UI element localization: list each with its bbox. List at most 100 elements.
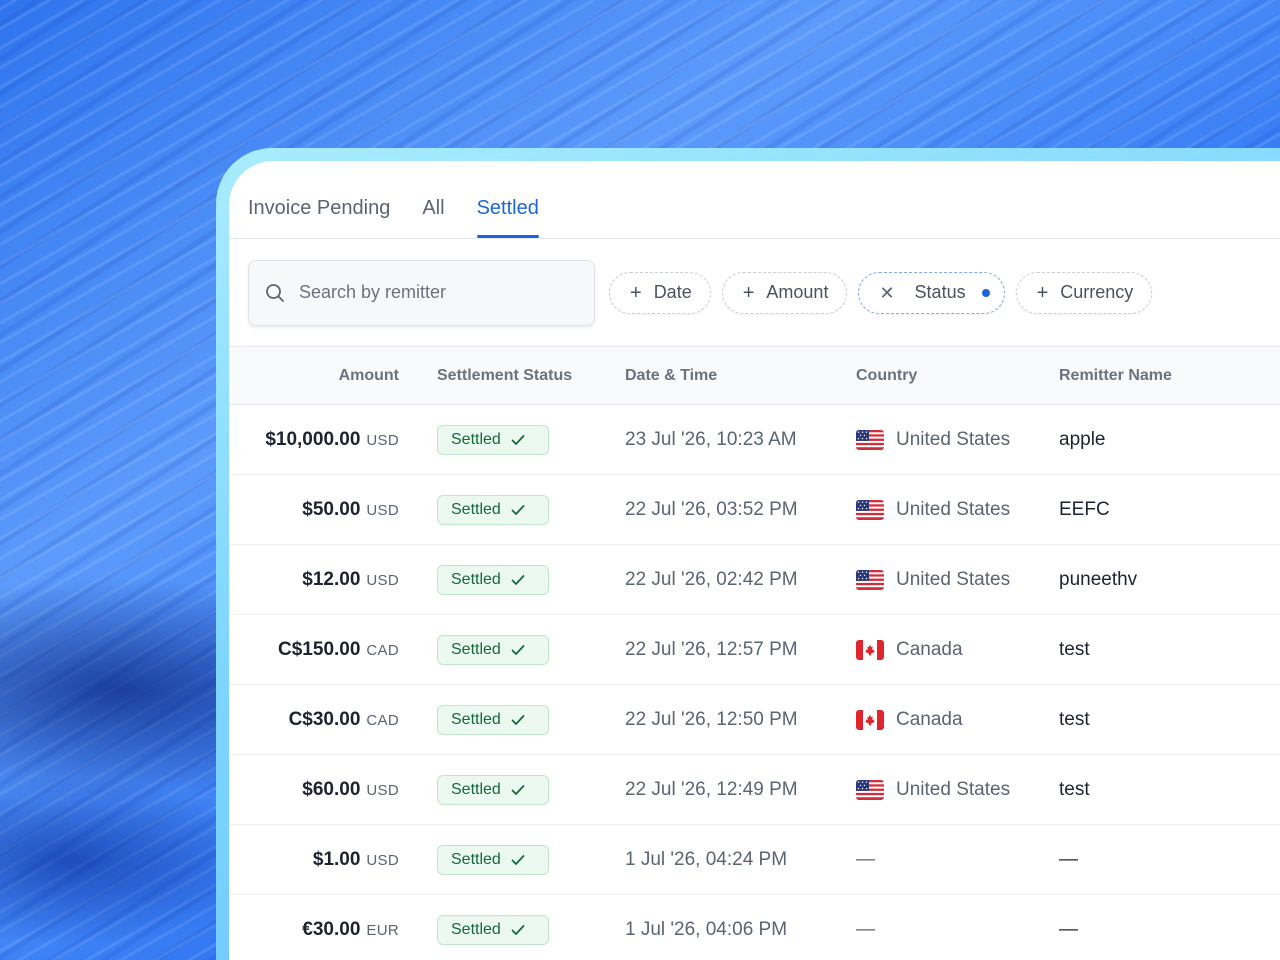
country-cell: United States (856, 404, 1059, 475)
table-body: $10,000.00 USD Settled 23 Jul '26, 10:23 … (229, 404, 1280, 960)
filter-amount-chip[interactable]: + Amount (721, 271, 848, 314)
status-cell: Settled (401, 614, 625, 685)
country: Canada (856, 709, 1059, 731)
amount-value: $10,000.00 (265, 428, 361, 450)
ca-flag-icon (856, 709, 884, 730)
status-cell: Settled (401, 544, 625, 615)
country-name: — (856, 848, 875, 870)
plus-icon: + (742, 281, 755, 304)
close-icon[interactable]: ✕ (879, 284, 894, 302)
status-badge: Settled (437, 774, 549, 805)
table-row[interactable]: $60.00 USD Settled 22 Jul '26, 12:49 PM U… (229, 754, 1280, 825)
date-cell: 22 Jul '26, 12:50 PM (625, 684, 856, 755)
date-cell: 22 Jul '26, 12:49 PM (625, 754, 856, 825)
country-cell: — (856, 894, 1059, 960)
country: — (856, 919, 1059, 941)
filter-currency-label: Currency (1060, 282, 1134, 302)
amount-value: $60.00 (302, 778, 361, 800)
status-label: Settled (451, 710, 501, 728)
date-cell: 23 Jul '26, 10:23 AM (625, 404, 856, 475)
filter-currency-chip[interactable]: + Currency (1015, 271, 1153, 314)
plus-icon: + (1036, 281, 1049, 304)
table-row[interactable]: C$150.00 CAD Settled 22 Jul '26, 12:57 PM… (229, 614, 1280, 685)
filter-date-chip[interactable]: + Date (609, 271, 711, 314)
check-icon (511, 434, 525, 445)
settlements-table: Amount Settlement Status Date & Time Cou… (229, 347, 1280, 960)
check-icon (511, 924, 525, 935)
status-badge: Settled (437, 494, 549, 525)
country-name: United States (896, 568, 1011, 590)
status-badge: Settled (437, 424, 549, 455)
status-badge: Settled (437, 704, 549, 735)
table-row[interactable]: C$30.00 CAD Settled 22 Jul '26, 12:50 PM … (229, 684, 1280, 755)
us-flag-icon (856, 499, 884, 520)
status-cell: Settled (401, 894, 625, 960)
country-cell: Canada (856, 684, 1059, 755)
column-header-remitter[interactable]: Remitter Name (1059, 347, 1280, 405)
column-header-status[interactable]: Settlement Status (401, 347, 625, 405)
table-row[interactable]: €30.00 EUR Settled 1 Jul '26, 04:06 PM — … (229, 894, 1280, 960)
status-label: Settled (451, 640, 501, 658)
amount-value: C$30.00 (288, 708, 361, 730)
search-box (248, 259, 595, 326)
currency-code: USD (366, 781, 399, 799)
amount-value: $50.00 (302, 498, 361, 520)
country: United States (856, 569, 1059, 591)
country-name: United States (896, 778, 1011, 800)
tab-all[interactable]: All (422, 197, 444, 238)
country: Canada (856, 639, 1059, 661)
remitter-cell: test (1059, 754, 1280, 825)
amount-cell: $10,000.00 USD (229, 404, 401, 475)
remitter-cell: test (1059, 684, 1280, 755)
remitter-cell: test (1059, 614, 1280, 685)
column-header-country[interactable]: Country (856, 347, 1059, 405)
amount-cell: $60.00 USD (229, 754, 401, 825)
plus-icon: + (630, 281, 642, 304)
country-cell: United States (856, 474, 1059, 545)
country: United States (856, 779, 1059, 801)
table-row[interactable]: $10,000.00 USD Settled 23 Jul '26, 10:23 … (229, 404, 1280, 475)
date-cell: 1 Jul '26, 04:06 PM (625, 894, 856, 960)
amount-cell: $12.00 USD (229, 544, 401, 615)
status-badge: Settled (437, 914, 549, 945)
country: United States (856, 429, 1059, 451)
us-flag-icon (856, 569, 884, 590)
table-row[interactable]: $12.00 USD Settled 22 Jul '26, 02:42 PM U… (229, 544, 1280, 615)
filter-amount-label: Amount (766, 282, 829, 302)
remitter-cell: puneethv (1059, 544, 1280, 615)
window-frame: Invoice Pending All Settled + Date + Amo… (216, 148, 1280, 960)
check-icon (511, 644, 525, 655)
remitter-cell: — (1059, 894, 1280, 960)
status-cell: Settled (401, 754, 625, 825)
table-row[interactable]: $50.00 USD Settled 22 Jul '26, 03:52 PM U… (229, 474, 1280, 545)
date-cell: 1 Jul '26, 04:24 PM (625, 824, 856, 895)
date-cell: 22 Jul '26, 02:42 PM (625, 544, 856, 615)
currency-code: USD (366, 501, 399, 519)
country-cell: Canada (856, 614, 1059, 685)
search-input[interactable] (297, 281, 581, 304)
country-name: Canada (896, 638, 963, 660)
table-row[interactable]: $1.00 USD Settled 1 Jul '26, 04:24 PM — — (229, 824, 1280, 895)
amount-value: C$150.00 (278, 638, 361, 660)
currency-code: CAD (366, 711, 399, 729)
amount-cell: C$30.00 CAD (229, 684, 401, 755)
settlements-card: Invoice Pending All Settled + Date + Amo… (229, 161, 1280, 960)
check-icon (511, 574, 525, 585)
tab-invoice-pending[interactable]: Invoice Pending (248, 197, 390, 238)
remitter-cell: apple (1059, 404, 1280, 475)
country-name: Canada (896, 708, 963, 730)
status-cell: Settled (401, 824, 625, 895)
column-header-amount[interactable]: Amount (229, 347, 401, 405)
search-icon (266, 283, 284, 302)
column-header-date[interactable]: Date & Time (625, 347, 856, 405)
date-cell: 22 Jul '26, 03:52 PM (625, 474, 856, 545)
country-name: United States (896, 428, 1011, 450)
filter-status-chip[interactable]: ✕ Status (858, 271, 1005, 314)
date-cell: 22 Jul '26, 12:57 PM (625, 614, 856, 685)
tab-settled[interactable]: Settled (476, 197, 540, 238)
currency-code: USD (366, 851, 399, 869)
filter-status-label: Status (914, 282, 966, 302)
status-label: Settled (451, 430, 501, 448)
us-flag-icon (856, 779, 884, 800)
country-cell: United States (856, 754, 1059, 825)
